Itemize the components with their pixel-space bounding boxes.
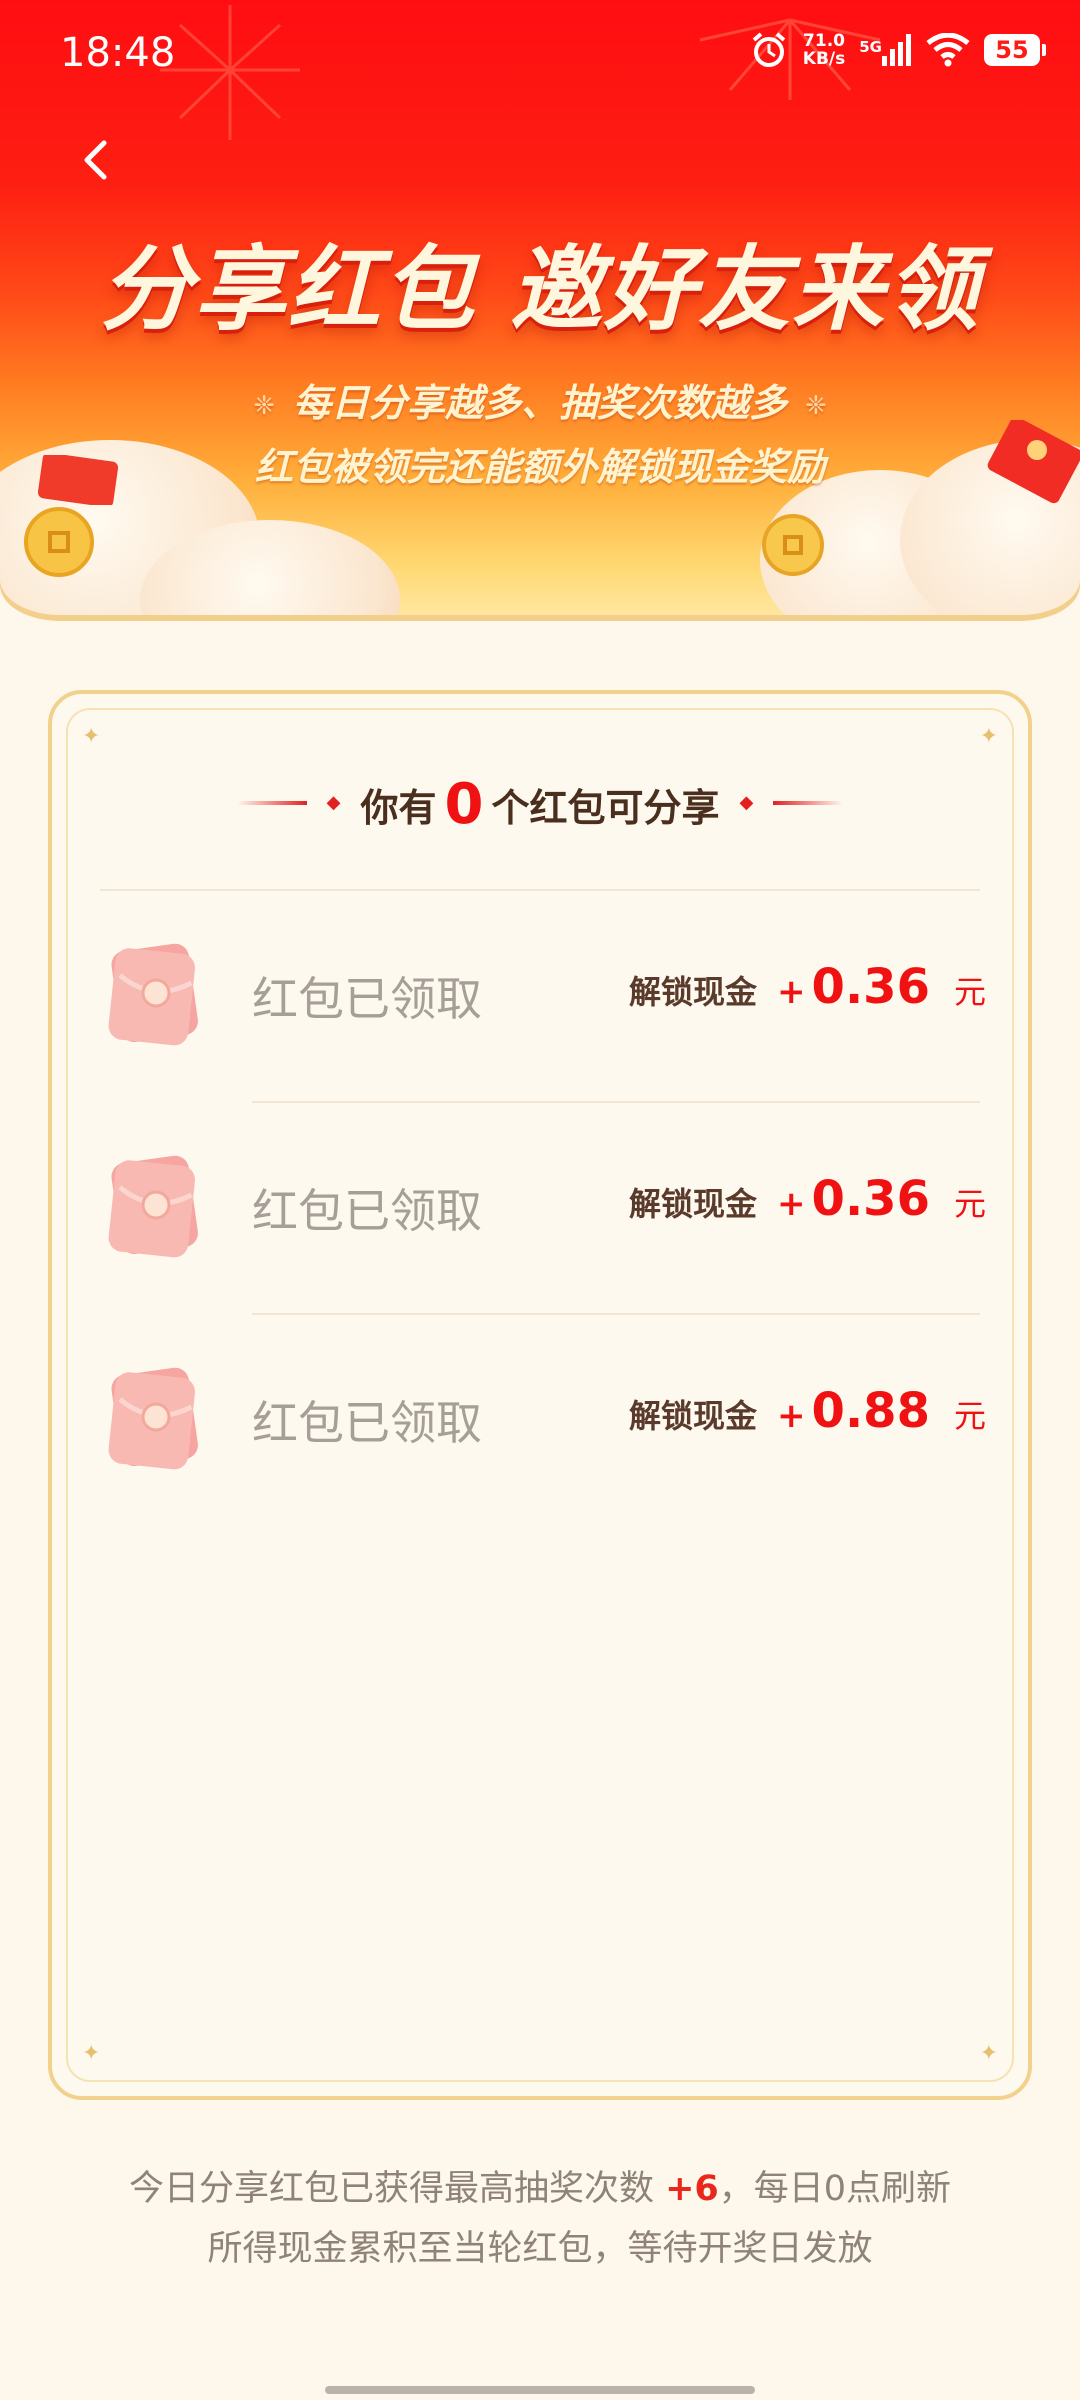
- sparkle-icon: ❈: [805, 390, 827, 421]
- decorative-line: [773, 800, 844, 805]
- header-banner: 18:48 71.0 KB/s 5G 55 分享红包 邀好友来领 ❈ 每日分享越…: [0, 0, 1080, 615]
- red-packet-row: 红包已领取 解锁现金 + 0.36 元: [52, 1103, 1028, 1315]
- signal-icon: [882, 34, 911, 66]
- decorative-line: [236, 800, 307, 805]
- battery-icon: 55: [984, 34, 1046, 66]
- red-packet-card: ✦ ✦ ✦ ✦ ◆ 你有 0 个红包可分享 ◆ 红包已领取 解锁现金 + 0.36 …: [48, 690, 1032, 2100]
- red-packet-row: 红包已领取 解锁现金 + 0.88 元: [52, 1315, 1028, 1527]
- page-title: 分享红包 邀好友来领: [99, 236, 981, 343]
- lottery-count-note: 今日分享红包已获得最高抽奖次数 +6，每日0点刷新: [128, 2169, 952, 2209]
- wifi-icon: [926, 33, 970, 67]
- cash-amount: 0.36: [811, 1171, 930, 1227]
- red-packet-icon: [108, 943, 198, 1046]
- diamond-icon: ◆: [326, 792, 341, 813]
- coin-icon: [762, 514, 824, 576]
- home-indicator[interactable]: [325, 2386, 755, 2394]
- packet-status: 红包已领取: [252, 1396, 482, 1450]
- cash-amount: 0.88: [811, 1383, 930, 1439]
- red-packet-row: 红包已领取 解锁现金 + 0.36 元: [52, 891, 1028, 1103]
- cash-reward: 解锁现金 + 0.36 元: [629, 959, 986, 1015]
- coin-icon: [24, 507, 94, 577]
- sparkle-icon: ✦: [82, 2041, 101, 2066]
- diamond-icon: ◆: [739, 792, 754, 813]
- cash-reward: 解锁现金 + 0.88 元: [629, 1383, 986, 1439]
- sparkle-icon: ✦: [82, 724, 101, 749]
- back-button[interactable]: [70, 135, 120, 185]
- network-type: 5G: [859, 38, 882, 56]
- sparkle-icon: ❈: [253, 390, 275, 421]
- alarm-icon: [752, 32, 786, 67]
- sparkle-icon: ✦: [979, 2041, 998, 2066]
- packet-status: 红包已领取: [252, 1184, 482, 1238]
- cash-amount: 0.36: [811, 959, 930, 1015]
- subtitle-line-1: ❈ 每日分享越多、抽奖次数越多 ❈: [253, 381, 827, 425]
- red-packet-icon: [108, 1367, 198, 1470]
- signal-group: 5G: [859, 34, 912, 66]
- subtitle-line-2: 红包被领完还能额外解锁现金奖励: [254, 445, 825, 489]
- cash-reward: 解锁现金 + 0.36 元: [629, 1171, 986, 1227]
- lottery-count-bonus: +6: [665, 2169, 719, 2209]
- status-icons: 71.0 KB/s 5G 55: [749, 30, 1046, 70]
- status-bar: 18:48 71.0 KB/s 5G 55: [0, 0, 1080, 110]
- sparkle-icon: ✦: [979, 724, 998, 749]
- back-arrow-icon: [84, 140, 107, 180]
- cash-payout-note: 所得现金累积至当轮红包，等待开奖日发放: [207, 2229, 873, 2269]
- packet-status: 红包已领取: [252, 972, 482, 1026]
- share-count-header: ◆ 你有 0 个红包可分享 ◆: [52, 770, 1028, 837]
- net-speed: 71.0 KB/s: [802, 31, 846, 69]
- status-time: 18:48: [60, 30, 176, 76]
- shareable-count: 0: [444, 772, 484, 837]
- red-packet-icon: [108, 1155, 198, 1258]
